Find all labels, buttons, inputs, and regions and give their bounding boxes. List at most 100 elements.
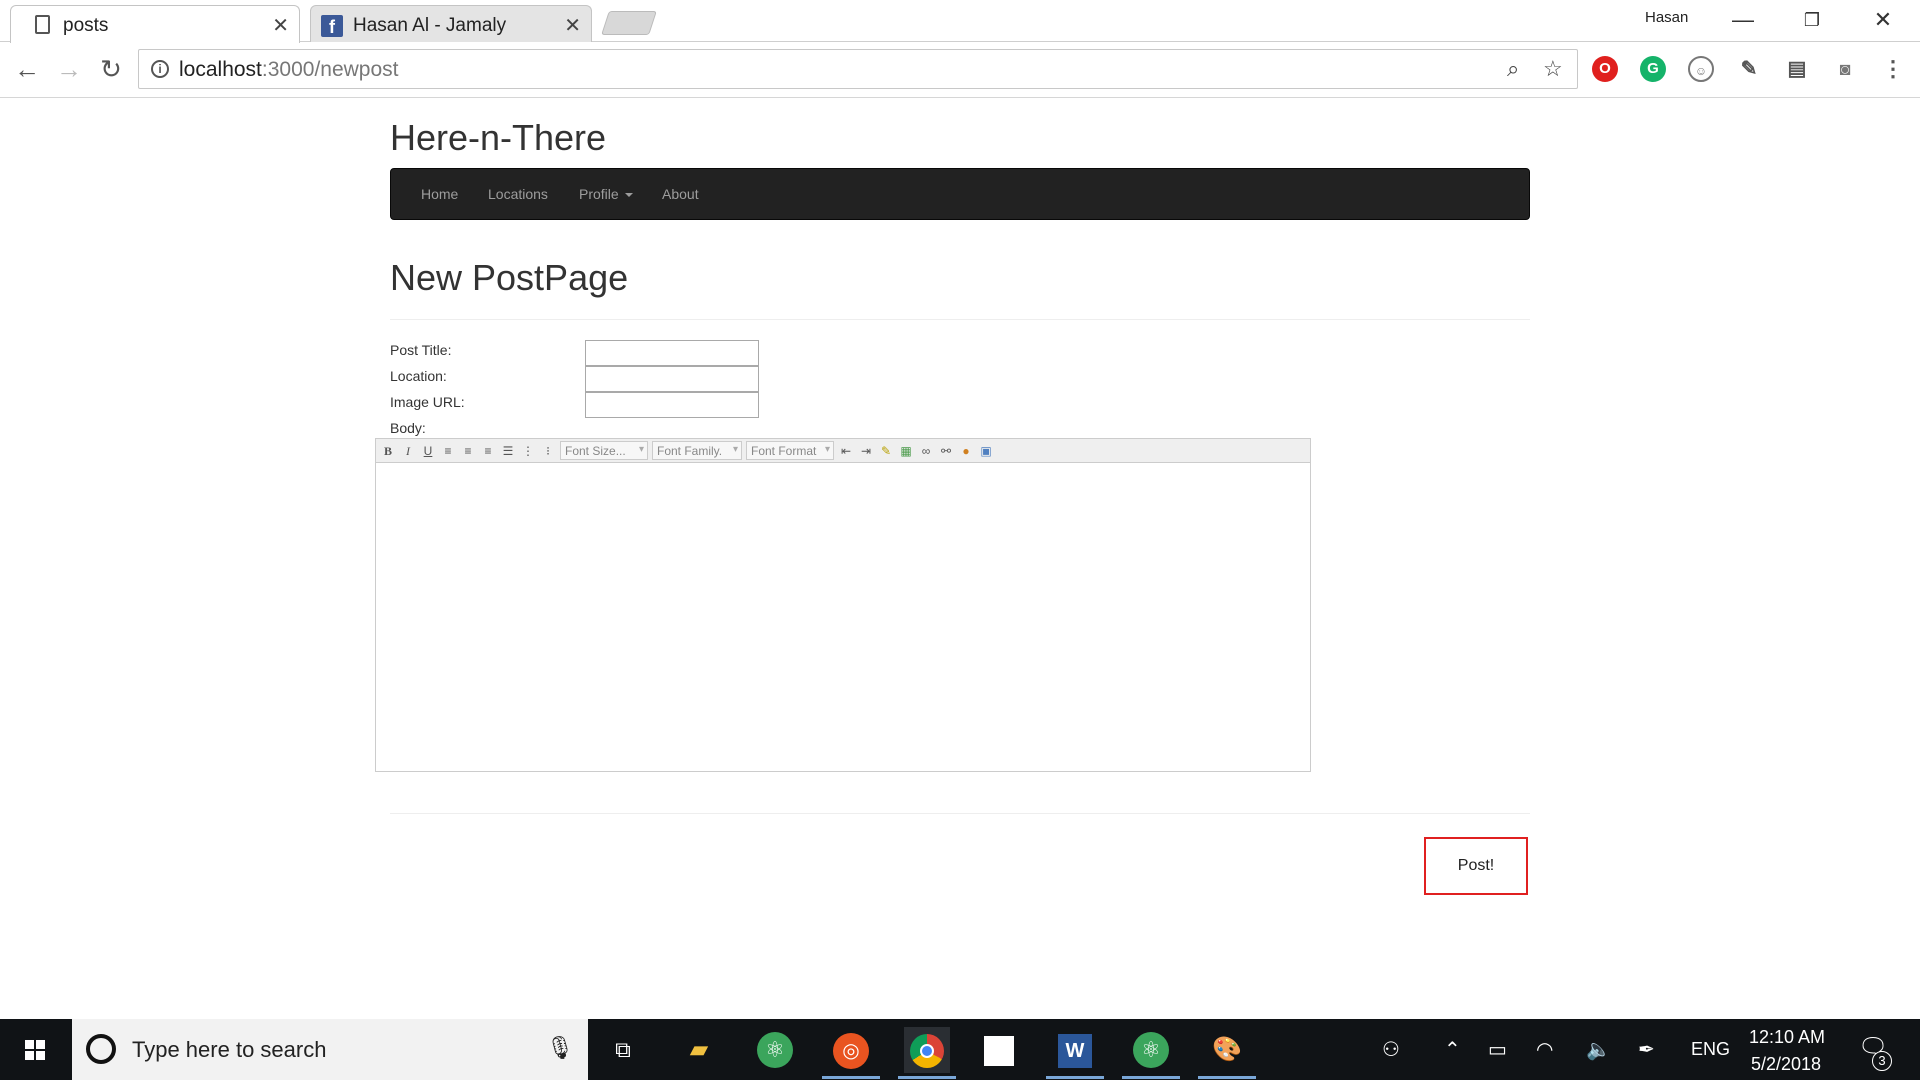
site-brand[interactable]: Here-n-There (390, 117, 606, 159)
grammarly-icon[interactable]: G (1640, 56, 1666, 82)
location-input[interactable] (585, 366, 759, 392)
clock-date[interactable]: 5/2/2018 (1751, 1054, 1821, 1075)
info-icon[interactable]: i (151, 60, 169, 78)
tab-facebook[interactable]: f Hasan Al - Jamaly ✕ (310, 5, 592, 42)
outdent-icon[interactable]: ⇤ (838, 443, 854, 459)
profile-name[interactable]: Hasan (1645, 9, 1688, 26)
page-title: New PostPage (390, 257, 629, 298)
sticky-notes-icon[interactable] (976, 1027, 1022, 1073)
color-picker-icon[interactable]: ● (958, 443, 974, 459)
camera-icon[interactable]: ◙ (1832, 56, 1858, 82)
align-right-icon[interactable]: ≡ (480, 443, 496, 459)
reload-icon[interactable]: ↻ (94, 52, 128, 86)
divider (390, 813, 1530, 814)
font-size-select[interactable]: Font Size... (560, 441, 648, 460)
search-placeholder: Type here to search (132, 1037, 327, 1062)
indent-icon[interactable]: ⇥ (858, 443, 874, 459)
nav-profile-label: Profile (579, 186, 619, 202)
extension-face-icon[interactable]: ☺ (1688, 56, 1714, 82)
image-url-input[interactable] (585, 392, 759, 418)
taskbar-search[interactable]: Type here to search 🎙 (72, 1019, 588, 1080)
ubuntu-icon[interactable]: ◎ (822, 1027, 880, 1079)
file-explorer-icon[interactable]: ▰ (676, 1027, 722, 1073)
cortana-icon (86, 1034, 116, 1064)
editor-body[interactable] (376, 464, 1310, 771)
link-icon[interactable]: ∞ (918, 443, 934, 459)
forward-icon[interactable]: → (52, 52, 86, 86)
pen-icon[interactable]: ✒ (1638, 1037, 1655, 1062)
eyedropper-icon[interactable]: ✎ (1736, 56, 1762, 82)
browser-toolbar: ← → ↻ i localhost:3000/newpost ⌕ ☆ O G ☺… (0, 42, 1920, 98)
post-title-label: Post Title: (390, 342, 452, 358)
wifi-icon[interactable]: ◠ (1536, 1037, 1553, 1062)
language-indicator[interactable]: ENG (1691, 1039, 1730, 1060)
highlight-icon[interactable]: ▦ (898, 443, 914, 459)
address-bar[interactable]: i localhost:3000/newpost ⌕ ☆ (138, 49, 1578, 89)
facebook-icon: f (321, 15, 343, 37)
url-path: :3000/newpost (261, 58, 399, 81)
align-justify-icon[interactable]: ☰ (500, 443, 516, 459)
opera-icon[interactable]: O (1592, 56, 1618, 82)
close-icon[interactable]: ✕ (564, 13, 581, 38)
volume-icon[interactable]: 🔈 (1586, 1037, 1611, 1062)
post-button[interactable]: Post! (1424, 837, 1528, 895)
nav-home[interactable]: Home (421, 186, 458, 202)
microphone-icon[interactable]: 🎙 (546, 1035, 574, 1061)
post-title-input[interactable] (585, 340, 759, 366)
show-hidden-icons-icon[interactable]: ⌃ (1444, 1037, 1461, 1062)
image-icon[interactable]: ▣ (978, 443, 994, 459)
word-icon[interactable]: W (1046, 1027, 1104, 1079)
restore-icon[interactable]: ❐ (1787, 4, 1837, 36)
close-window-icon[interactable]: ✕ (1858, 4, 1908, 36)
new-tab-button[interactable] (601, 11, 657, 35)
divider (390, 319, 1530, 320)
battery-icon[interactable]: ▭ (1488, 1037, 1507, 1062)
task-view-icon[interactable]: ⧉ (600, 1027, 646, 1073)
tab-posts[interactable]: posts ✕ (10, 5, 300, 43)
italic-icon[interactable]: I (400, 443, 416, 459)
browser-tab-strip: posts ✕ f Hasan Al - Jamaly ✕ Hasan — ❐ … (0, 0, 1920, 43)
bookmark-star-icon[interactable]: ☆ (1543, 56, 1563, 82)
windows-taskbar: Type here to search 🎙 ⧉ ▰ ⚛ ◎ W ⚛ 🎨 ⚇ ⌃ … (0, 1019, 1920, 1080)
location-label: Location: (390, 368, 447, 384)
unlink-icon[interactable]: ⚯ (938, 443, 954, 459)
start-button[interactable] (0, 1019, 70, 1080)
windows-logo-icon (25, 1040, 45, 1060)
people-icon[interactable]: ⚇ (1382, 1037, 1400, 1062)
page-content: Here-n-There Home Locations Profile Abou… (0, 99, 1920, 1019)
page-icon (35, 15, 50, 34)
close-icon[interactable]: ✕ (272, 13, 289, 38)
font-family-select[interactable]: Font Family. (652, 441, 742, 460)
notification-count: 3 (1872, 1051, 1892, 1071)
back-icon[interactable]: ← (10, 52, 44, 86)
underline-icon[interactable]: U (420, 443, 436, 459)
bold-icon[interactable]: B (380, 443, 396, 459)
atom-icon[interactable]: ⚛ (752, 1027, 798, 1073)
chrome-icon[interactable] (898, 1027, 956, 1079)
menu-icon[interactable]: ⋮ (1880, 56, 1906, 82)
zoom-icon[interactable]: ⌕ (1507, 56, 1519, 82)
ordered-list-icon[interactable]: ⋮ (520, 443, 536, 459)
body-label: Body: (390, 420, 426, 436)
site-navbar: Home Locations Profile About (390, 168, 1530, 220)
unordered-list-icon[interactable]: ⁝ (540, 443, 556, 459)
minimize-icon[interactable]: — (1718, 4, 1768, 36)
caret-down-icon (624, 193, 633, 198)
editor-toolbar: B I U ≡ ≡ ≡ ☰ ⋮ ⁝ Font Size... Font Fami… (376, 439, 1310, 463)
tab-title: posts (63, 15, 109, 36)
atom-icon[interactable]: ⚛ (1122, 1027, 1180, 1079)
url-host: localhost (179, 58, 262, 81)
nav-profile[interactable]: Profile (579, 186, 633, 202)
align-center-icon[interactable]: ≡ (460, 443, 476, 459)
font-format-select[interactable]: Font Format (746, 441, 834, 460)
image-url-label: Image URL: (390, 394, 465, 410)
url-text: localhost:3000/newpost (179, 58, 399, 82)
rich-text-editor: B I U ≡ ≡ ≡ ☰ ⋮ ⁝ Font Size... Font Fami… (375, 438, 1311, 772)
nav-about[interactable]: About (662, 186, 699, 202)
align-left-icon[interactable]: ≡ (440, 443, 456, 459)
font-color-icon[interactable]: ✎ (878, 443, 894, 459)
reader-icon[interactable]: ▤ (1784, 56, 1810, 82)
nav-locations[interactable]: Locations (488, 186, 548, 202)
paint-icon[interactable]: 🎨 (1198, 1027, 1256, 1079)
clock-time[interactable]: 12:10 AM (1749, 1027, 1825, 1048)
